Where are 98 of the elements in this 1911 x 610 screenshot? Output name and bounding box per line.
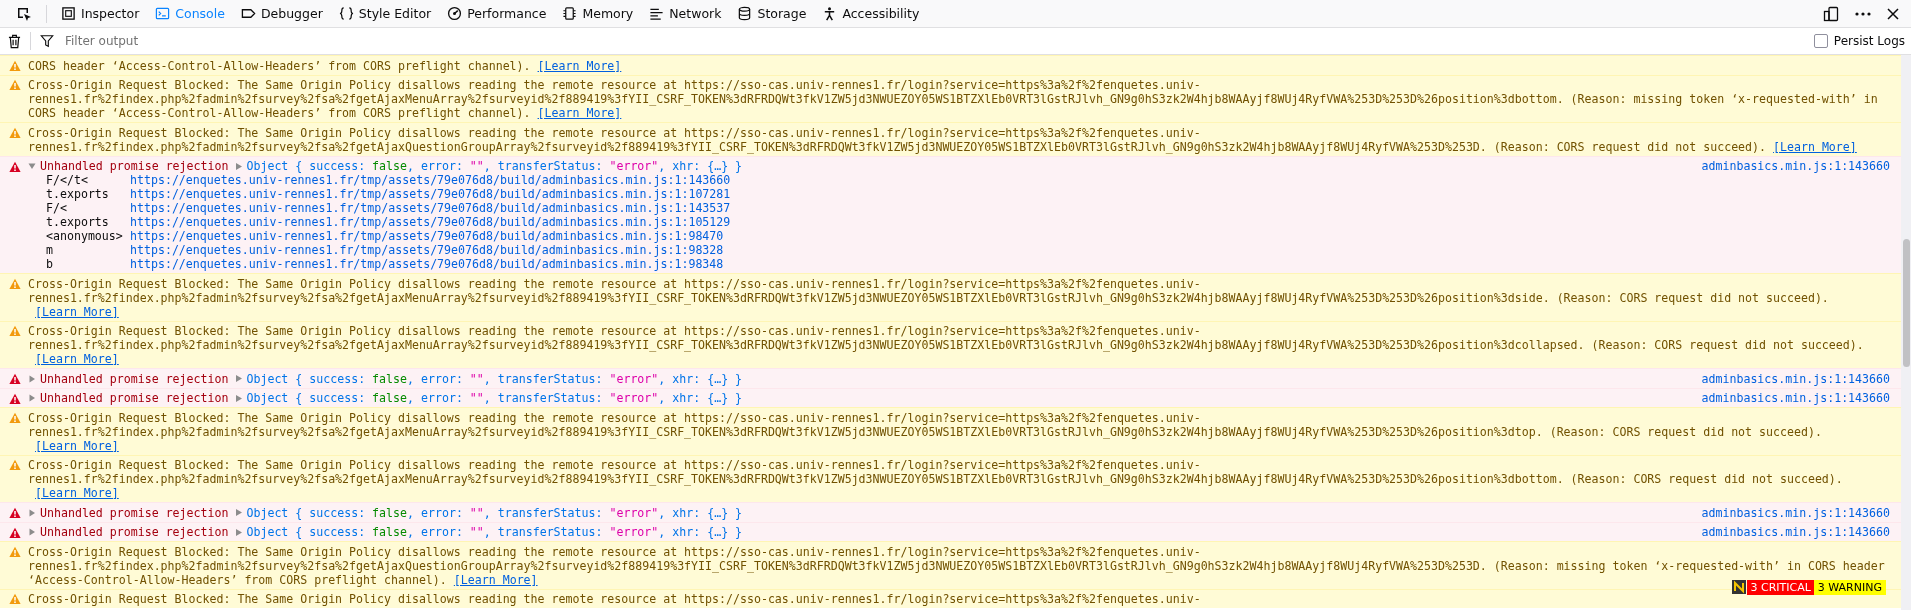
source-link[interactable]: adminbasics.min.js:1:143660 [1701,525,1890,539]
learn-more-link[interactable]: [Learn More] [537,58,622,73]
devtools-tab[interactable]: Console [147,0,233,27]
source-link[interactable]: adminbasics.min.js:1:143660 [1701,505,1890,520]
devtools-tab[interactable]: Debugger [232,0,331,27]
warning-message: Cross-Origin Request Blocked: The Same Origin Policy disallows reading the remote resource at https://sso-cas.univ-rennes1.fr/login?service=https%3a%2f%2fenquetes.univ- rennes1.fr%2findex.php%2fadmin%2fsurvey%2fsa%2fgetAjaxMenuArray%2fsurveyid%2f889419%3fYII_CSRF_TOKEN%3dRFRDQWt3fkV1ZW5jd3NWUEZOY05WS1BTZXlEb0VRT3lGstRJlvh_GN9g0hS3zk2W4hjb8WAAyjf8WUj4RyfVWA%253D%253D%26position%3dcollapsed. (Reason: CORS request did not succeed). [Learn More] [28,324,1865,366]
warning-icon [9,126,21,139]
gauge-icon [447,6,463,21]
element-picker-icon[interactable] [16,5,32,22]
console-icon [155,6,171,21]
inspector-icon [61,6,76,21]
expand-caret-icon[interactable] [28,394,36,402]
expand-caret-icon[interactable] [28,162,36,170]
error-icon [9,507,21,519]
trash-icon[interactable] [8,33,21,49]
tag-icon [240,6,256,21]
devtools-tab[interactable]: Storage [729,0,815,27]
stack-function-name: b [46,257,54,271]
object-caret-icon[interactable] [235,161,244,171]
warning-icon [9,459,21,471]
stack-source-link[interactable]: https://enquetes.univ-rennes1.fr/tmp/assets/79e076d8/build/adminbasics.min.js:1:98470 [130,229,724,243]
scrollbar-thumb[interactable] [1903,239,1910,367]
learn-more-link[interactable]: [Learn More] [35,304,119,319]
stack-function-name: F/< [46,201,68,215]
warning-icon [9,411,21,424]
learn-more-link[interactable]: [Learn More] [35,486,119,500]
error-icon [9,373,21,385]
expand-caret-icon[interactable] [28,528,36,536]
responsive-view-icon[interactable] [1823,5,1839,22]
warning-icon [9,545,21,558]
warning-icon [9,79,21,91]
devtools-tab[interactable]: Memory [554,0,642,27]
source-link[interactable]: adminbasics.min.js:1:143660 [1701,391,1890,405]
warning-message: CORS header ‘Access-Control-Allow-Headers’ from CORS preflight channel). [Learn More] [28,58,623,73]
warning-message: Cross-Origin Request Blocked: The Same Origin Policy disallows reading the remote resource at https://sso-cas.univ-rennes1.fr/login?service=https%3a%2f%2fenquetes.univ- rennes1.fr%2findex.php%2fadmin%2fsurvey%2fsa%2fgetAjaxMenuArray%2fsurveyid%2f889419%3fYII_CSRF_TOKEN%3dRFRDQWt3fkV1ZW5jd3NWUEZOY05WS1BTZXlEb0VRT3lGstRJlvh_GN9g0hS3zk2W4hjb8WAAyjf8WUj4RyfVWA%253D%253D%26position%3dbottom. (Reason: missing token ‘x-requested-with’ in CORS header ‘Access-Control-Allow-Headers’ from CORS preflight channel). [Learn More] [28,78,1879,120]
braces-icon [338,6,354,21]
chip-icon [562,6,578,21]
error-icon [9,392,21,405]
learn-more-link[interactable]: [Learn More] [1773,139,1857,154]
persist-logs-checkbox[interactable]: Persist Logs [1813,34,1907,48]
stack-function-name: <anonymous> [46,229,124,243]
object-preview[interactable]: Object { success: false, error: "", transferStatus: "error", xhr: {…} } [246,391,743,405]
object-preview[interactable]: Object { success: false, error: "", transferStatus: "error", xhr: {…} } [246,371,743,386]
devtools-tab[interactable]: Inspector [53,0,148,27]
stack-function-name: F/</t< [46,173,89,187]
warning-icon [9,325,21,337]
learn-more-link[interactable]: [Learn More] [35,352,119,366]
critical-count-badge: 3 CRITICAL [1747,580,1814,595]
warning-message: Cross-Origin Request Blocked: The Same Origin Policy disallows reading the remote resource at https://sso-cas.univ-rennes1.fr/login?service=https%3a%2f%2fenquetes.univ- rennes1.fr%2findex.php%2fadmin%2fsurvey%2fsa%2fgetAjaxMenuArray%2fsurveyid%2f889419%3fYII_CSRF_TOKEN%3dRFRDQWt3fkV1ZW5jd3NWUEZOY05WS1BTZXlEb0VRT3lGstRJlvh_GN9g0hS3zk2W4hjb8WAAyjf8WUj4RyfVWA%253D%253D%26position%3dbottom. (Reason: CORS request did not succeed). [Learn More] [28,458,1844,500]
extension-icon [1732,580,1747,594]
stack-source-link[interactable]: https://enquetes.univ-rennes1.fr/tmp/assets/79e076d8/build/adminbasics.min.js:1:98328 [130,243,724,257]
learn-more-link[interactable]: [Learn More] [35,438,119,453]
error-title: Unhandled promise rejection [40,159,229,173]
error-title: Unhandled promise rejection [40,525,229,539]
source-link[interactable]: adminbasics.min.js:1:143660 [1701,371,1890,386]
devtools-tab[interactable]: Style Editor [330,0,440,27]
stack-source-link[interactable]: https://enquetes.univ-rennes1.fr/tmp/assets/79e076d8/build/adminbasics.min.js:1:143660 [130,173,731,187]
warning-message: Cross-Origin Request Blocked: The Same Origin Policy disallows reading the remote resource at https://sso-cas.univ-rennes1.fr/login?service=https%3a%2f%2fenquetes.univ- rennes1.fr%2findex.php%2fadmin%2fsurvey%2fsa%2fgetAjaxMenuArray%2fsurveyid%2f889419%3fYII_CSRF_TOKEN%3dRFRDQWt3fkV1ZW5jd3NWUEZOY05WS1BTZXlEb0VRT3lGstRJlvh_GN9g0hS3zk2W4hjb8WAAyjf8WUj4RyfVWA%253D%253D%26position%3dside. (Reason: CORS request did not succeed). [Learn More] [28,276,1830,319]
warning-message: Cross-Origin Request Blocked: The Same Origin Policy disallows reading the remote resource at https://sso-cas.univ-rennes1.fr/login?service=https%3a%2f%2fenquetes.univ- rennes1.fr%2findex.php%2fadmin%2fsurvey%2fsa%2fgetAjaxMenuArray%2fsurveyid%2f889419%3fYII_CSRF_TOKEN%3dRFRDQWt3fkV1ZW5jd3NWUEZOY05WS1BTZXlEb0VRT3lGstRJlvh_GN9g0hS3zk2W4hjb8WAAyjf8WUj4RyfVWA%253D%253D%26position%3dtop. (Reason: CORS request did not succeed). [Learn More] [28,410,1823,453]
object-preview[interactable]: Object { success: false, error: "", transferStatus: "error", xhr: {…} } [246,505,743,520]
devtools-tab[interactable]: Accessibility [814,0,928,27]
stack-source-link[interactable]: https://enquetes.univ-rennes1.fr/tmp/assets/79e076d8/build/adminbasics.min.js:1:98348 [130,257,724,271]
error-title: Unhandled promise rejection [40,371,229,386]
learn-more-link[interactable]: [Learn More] [537,106,622,120]
more-icon[interactable] [1855,10,1871,17]
warning-icon [9,59,21,72]
error-icon [9,160,21,173]
expand-caret-icon[interactable] [28,374,36,383]
learn-more-link[interactable]: [Learn More] [453,572,538,587]
stack-function-name: m [46,243,54,257]
stack-source-link[interactable]: https://enquetes.univ-rennes1.fr/tmp/assets/79e076d8/build/adminbasics.min.js:1:143537 [130,201,731,215]
object-caret-icon[interactable] [235,374,244,383]
object-preview[interactable]: Object { success: false, error: "", transferStatus: "error", xhr: {…} } [246,525,743,539]
stack-source-link[interactable]: https://enquetes.univ-rennes1.fr/tmp/assets/79e076d8/build/adminbasics.min.js:1:107281 [130,187,731,201]
stack-function-name: t.exports [46,215,110,229]
error-icon [9,526,21,539]
devtools-tab[interactable]: Network [641,0,730,27]
source-link[interactable]: adminbasics.min.js:1:143660 [1701,159,1890,173]
database-icon [737,6,753,21]
object-caret-icon[interactable] [235,508,244,517]
expand-caret-icon[interactable] [28,508,36,517]
scrollbar[interactable] [1901,55,1911,610]
stack-source-link[interactable]: https://enquetes.univ-rennes1.fr/tmp/assets/79e076d8/build/adminbasics.min.js:1:105129 [130,215,731,229]
error-title: Unhandled promise rejection [40,391,229,405]
warning-icon [9,593,21,605]
filter-icon[interactable] [40,34,54,48]
warning-message: Cross-Origin Request Blocked: The Same Origin Policy disallows reading the remote resource at https://sso-cas.univ-rennes1.fr/login?service=https%3a%2f%2fenquetes.univ- [28,592,1202,606]
warning-count-badge: 3 WARNING [1813,580,1886,595]
list-icon [649,6,665,21]
error-title: Unhandled promise rejection [40,505,229,520]
close-icon[interactable] [1887,7,1899,20]
devtools-tab[interactable]: Performance [439,0,555,27]
stack-function-name: t.exports [46,187,110,201]
object-preview[interactable]: Object { success: false, error: "", transferStatus: "error", xhr: {…} } [246,159,743,173]
checkbox[interactable] [1813,34,1828,48]
warning-message: Cross-Origin Request Blocked: The Same Origin Policy disallows reading the remote resource at https://sso-cas.univ-rennes1.fr/login?service=https%3a%2f%2fenquetes.univ- rennes1.fr%2findex.php%2fadmin%2fsurvey%2fsa%2fgetAjaxQuestionGroupArray%2fsurveyid%2f889419%3fYII_CSRF_TOKEN%3dRFRDQWt3fkV1ZW5jd3NWUEZOY05WS1BTZXlEb0VRT3lGstRJlvh_GN9g0hS3zk2W4hjb8WAAyjf8WUj4RyfVWA%253D%253D. (Reason: CORS request did not succeed). [Learn More] [28,125,1858,154]
filter-field[interactable]: Filter output [57,34,1814,48]
warning-icon [9,277,21,290]
